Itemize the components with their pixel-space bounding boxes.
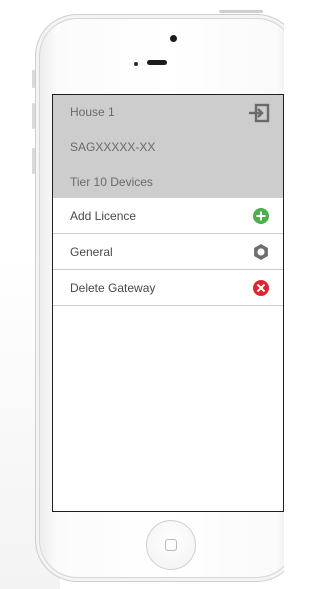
logout-icon[interactable] — [248, 103, 272, 123]
home-button[interactable] — [146, 520, 196, 570]
menu-item-general[interactable]: General — [53, 234, 283, 270]
menu-item-label: Delete Gateway — [70, 281, 156, 295]
gateway-header: House 1 SAGXXXXX-XX Tier 10 Devices — [53, 95, 283, 198]
gateway-id: SAGXXXXX-XX — [70, 140, 156, 154]
menu-item-add-licence[interactable]: Add Licence — [53, 198, 283, 234]
menu-item-label: General — [70, 245, 113, 259]
menu-item-label: Add Licence — [70, 209, 137, 223]
house-name: House 1 — [70, 105, 115, 119]
tier-label: Tier 10 Devices — [70, 175, 153, 189]
delete-circle-icon — [252, 279, 270, 297]
add-circle-icon — [252, 207, 270, 225]
app-screen: House 1 SAGXXXXX-XX Tier 10 Devices Add … — [52, 94, 284, 512]
menu-item-delete-gateway[interactable]: Delete Gateway — [53, 270, 283, 306]
stage: House 1 SAGXXXXX-XX Tier 10 Devices Add … — [0, 0, 284, 589]
earpiece-speaker — [147, 60, 167, 65]
power-button — [219, 10, 263, 13]
front-camera — [170, 35, 177, 42]
gear-icon — [252, 243, 270, 261]
proximity-sensor — [134, 62, 138, 66]
home-square-icon — [165, 539, 177, 551]
